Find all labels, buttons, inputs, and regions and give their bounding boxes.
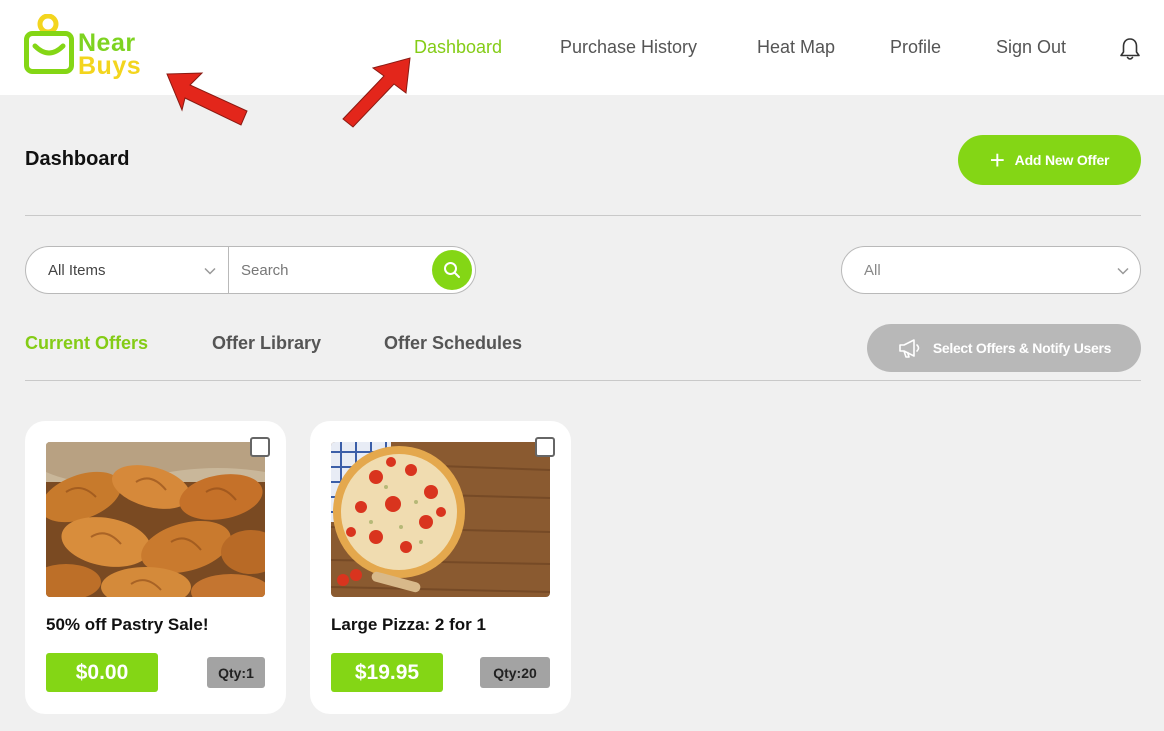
offer-select-checkbox[interactable] xyxy=(535,437,555,457)
offer-quantity: Qty:20 xyxy=(480,657,550,688)
offer-card[interactable]: 50% off Pastry Sale! $0.00 Qty:1 xyxy=(25,421,286,714)
search-input[interactable] xyxy=(230,247,428,293)
nav-purchase-history[interactable]: Purchase History xyxy=(560,37,697,58)
category-dropdown-value: All Items xyxy=(48,261,106,279)
page-title: Dashboard xyxy=(25,148,130,170)
add-new-offer-label: Add New Offer xyxy=(1014,152,1110,168)
tab-offer-library[interactable]: Offer Library xyxy=(212,333,321,354)
chevron-down-icon xyxy=(204,267,216,275)
chevron-down-icon xyxy=(1117,267,1129,275)
divider xyxy=(25,380,1141,381)
divider xyxy=(25,215,1141,216)
offer-price: $19.95 xyxy=(331,653,443,692)
offer-title: Large Pizza: 2 for 1 xyxy=(331,615,486,634)
status-dropdown[interactable]: All xyxy=(841,246,1141,294)
offer-card[interactable]: Large Pizza: 2 for 1 $19.95 Qty:20 xyxy=(310,421,571,714)
offer-price: $0.00 xyxy=(46,653,158,692)
bell-icon[interactable] xyxy=(1119,37,1141,61)
shopping-bag-icon xyxy=(24,14,74,74)
notify-users-label: Select Offers & Notify Users xyxy=(932,340,1112,356)
offer-title: 50% off Pastry Sale! xyxy=(46,615,209,634)
category-dropdown[interactable]: All Items xyxy=(26,247,229,293)
megaphone-icon xyxy=(899,339,920,358)
tab-current-offers[interactable]: Current Offers xyxy=(25,333,148,354)
near-buys-logo[interactable]: Near Buys xyxy=(24,14,164,80)
logo-line-2: Buys xyxy=(78,52,142,80)
top-navigation-bar: Near Buys Dashboard Purchase History Hea… xyxy=(0,0,1164,95)
offer-quantity: Qty:1 xyxy=(207,657,265,688)
search-icon xyxy=(444,262,460,278)
nav-heat-map[interactable]: Heat Map xyxy=(757,37,835,58)
plus-icon: + xyxy=(989,145,1005,175)
logo-wordmark: Near Buys xyxy=(78,31,142,80)
nav-profile[interactable]: Profile xyxy=(890,37,941,58)
offer-select-checkbox[interactable] xyxy=(250,437,270,457)
search-button[interactable] xyxy=(432,250,472,290)
status-dropdown-value: All xyxy=(864,261,881,279)
add-new-offer-button[interactable]: + Add New Offer xyxy=(958,135,1141,185)
croissants-photo xyxy=(46,442,265,597)
pizza-photo xyxy=(331,442,550,597)
notify-users-button[interactable]: Select Offers & Notify Users xyxy=(867,324,1141,372)
filter-search-group: All Items xyxy=(25,246,476,294)
tab-offer-schedules[interactable]: Offer Schedules xyxy=(384,333,522,354)
nav-sign-out[interactable]: Sign Out xyxy=(996,37,1066,58)
nav-dashboard[interactable]: Dashboard xyxy=(414,37,502,58)
